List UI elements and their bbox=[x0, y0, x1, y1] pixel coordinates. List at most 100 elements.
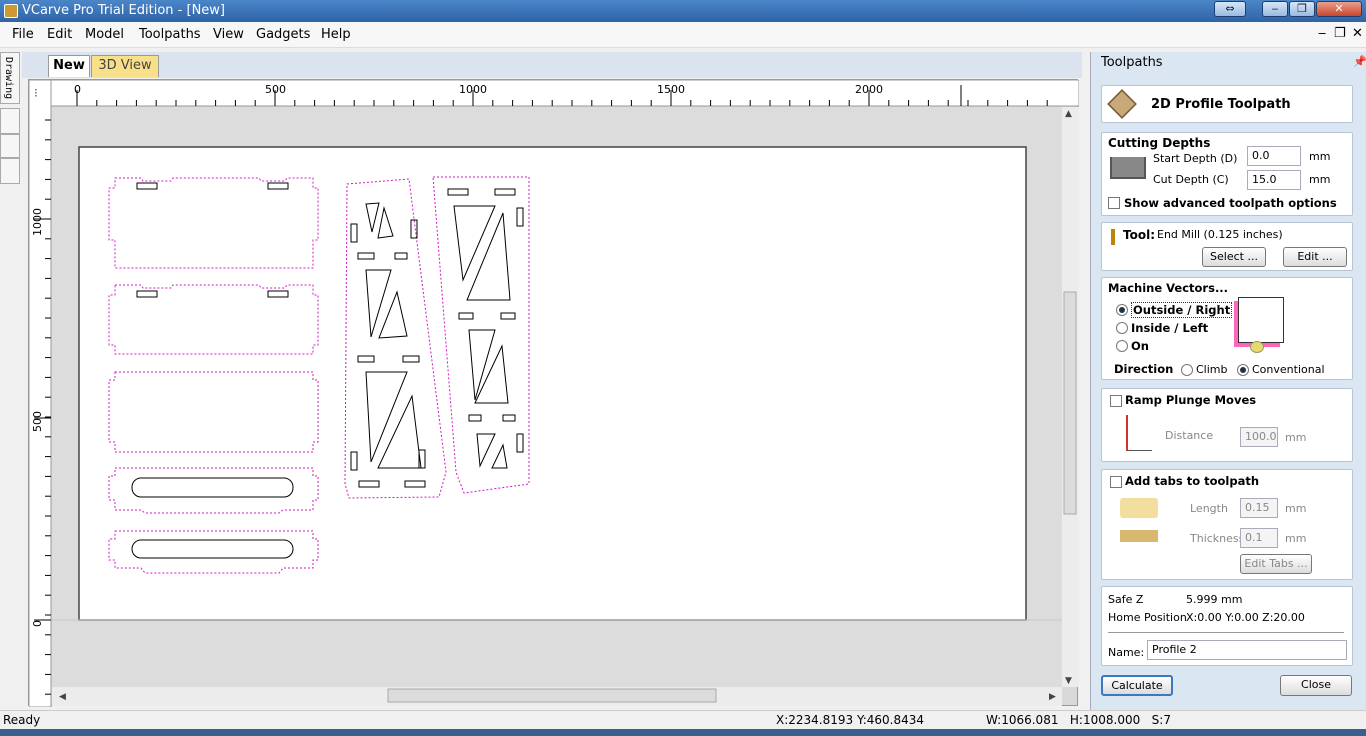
inside-left-radio[interactable] bbox=[1116, 322, 1128, 334]
close-panel-button[interactable]: Close bbox=[1280, 675, 1352, 696]
machine-vector-diagram-icon bbox=[1238, 297, 1284, 343]
mdi-restore-icon[interactable]: ❐ bbox=[1334, 26, 1346, 41]
ruler-tick-label: 500 bbox=[265, 83, 286, 96]
tabs-label[interactable]: Add tabs to toolpath bbox=[1125, 474, 1259, 488]
cut-depth-label: Cut Depth (C) bbox=[1153, 173, 1229, 186]
climb-label[interactable]: Climb bbox=[1196, 363, 1228, 376]
mdi-close-icon[interactable]: ✕ bbox=[1352, 26, 1363, 41]
ramp-box: Ramp Plunge Moves Distance 100.0 mm bbox=[1101, 388, 1353, 462]
svg-text:⁝: ⁝ bbox=[34, 86, 38, 100]
outside-right-radio[interactable] bbox=[1116, 304, 1128, 316]
home-position-value: X:0.00 Y:0.00 Z:20.00 bbox=[1186, 611, 1305, 624]
tool-position-icon bbox=[1250, 341, 1264, 353]
conventional-label[interactable]: Conventional bbox=[1252, 363, 1325, 376]
menu-model[interactable]: Model bbox=[85, 27, 124, 42]
tab-thickness-label: Thickness bbox=[1190, 532, 1245, 545]
panel-header: Toolpaths bbox=[1101, 55, 1163, 70]
home-position-label: Home Position bbox=[1108, 611, 1187, 624]
restore-layout-icon[interactable]: ⇔ bbox=[1214, 1, 1246, 17]
tool-value: End Mill (0.125 inches) bbox=[1157, 228, 1283, 241]
on-label[interactable]: On bbox=[1131, 339, 1149, 353]
pin-icon[interactable]: 📌 bbox=[1353, 55, 1366, 68]
tab-thickness-input[interactable]: 0.1 bbox=[1240, 528, 1278, 548]
ramp-checkbox[interactable] bbox=[1110, 395, 1122, 407]
maximize-button[interactable]: ❐ bbox=[1289, 1, 1315, 17]
window-title: VCarve Pro Trial Edition - [New] bbox=[22, 3, 225, 18]
menu-bar: File Edit Model Toolpaths View Gadgets H… bbox=[0, 22, 1366, 48]
menu-file[interactable]: File bbox=[12, 27, 34, 42]
cutting-depths-heading: Cutting Depths bbox=[1108, 136, 1211, 150]
ruler-tick-label: 1000 bbox=[459, 83, 487, 96]
mdi-minimize-icon[interactable]: ‒ bbox=[1318, 26, 1326, 41]
side-tab-4[interactable] bbox=[0, 158, 20, 184]
advanced-options-label[interactable]: Show advanced toolpath options bbox=[1124, 196, 1337, 210]
svg-text:▶: ▶ bbox=[1049, 692, 1056, 702]
calculate-button[interactable]: Calculate bbox=[1101, 675, 1173, 696]
svg-text:◀: ◀ bbox=[59, 692, 66, 702]
ramp-distance-label: Distance bbox=[1165, 429, 1214, 442]
tab-length-unit: mm bbox=[1285, 502, 1307, 515]
menu-edit[interactable]: Edit bbox=[47, 27, 72, 42]
advanced-options-checkbox[interactable] bbox=[1108, 197, 1120, 209]
start-depth-input[interactable]: 0.0 bbox=[1247, 146, 1301, 166]
end-mill-icon bbox=[1111, 229, 1115, 245]
cut-depth-unit: mm bbox=[1309, 173, 1331, 186]
climb-radio[interactable] bbox=[1181, 364, 1193, 376]
tab-3d-view[interactable]: 3D View bbox=[91, 55, 159, 77]
side-tab-2[interactable] bbox=[0, 108, 20, 134]
tool-select-button[interactable]: Select ... bbox=[1202, 247, 1266, 267]
tab-length-input[interactable]: 0.15 bbox=[1240, 498, 1278, 518]
cut-depth-input[interactable]: 15.0 bbox=[1247, 170, 1301, 190]
drawing-canvas[interactable]: 0 500 1000 1500 2000 1000 500 0 ⁝ ▲ ▼ ◀ … bbox=[28, 79, 1079, 707]
on-radio[interactable] bbox=[1116, 340, 1128, 352]
ruler-tick-label: 2000 bbox=[855, 83, 883, 96]
status-text: Ready bbox=[3, 713, 41, 727]
ramp-distance-input[interactable]: 100.0 bbox=[1240, 427, 1278, 447]
tab-length-icon bbox=[1120, 498, 1158, 518]
toolpath-title: 2D Profile Toolpath bbox=[1151, 97, 1291, 112]
outside-right-label[interactable]: Outside / Right bbox=[1131, 302, 1233, 318]
side-tab-3[interactable] bbox=[0, 134, 20, 158]
tab-length-label: Length bbox=[1190, 502, 1228, 515]
ramp-label[interactable]: Ramp Plunge Moves bbox=[1125, 393, 1256, 407]
menu-help[interactable]: Help bbox=[321, 27, 351, 42]
menu-gadgets[interactable]: Gadgets bbox=[256, 27, 310, 42]
minimize-button[interactable]: ‒ bbox=[1262, 1, 1288, 17]
tabs-checkbox[interactable] bbox=[1110, 476, 1122, 488]
start-depth-unit: mm bbox=[1309, 150, 1331, 163]
name-label: Name: bbox=[1108, 646, 1145, 659]
toolpath-name-input[interactable]: Profile 2 bbox=[1147, 640, 1347, 660]
ruler-tick-label: 500 bbox=[31, 411, 44, 432]
drawing-side-tab-label: Drawing bbox=[3, 57, 14, 100]
conventional-radio[interactable] bbox=[1237, 364, 1249, 376]
ramp-diagram-icon bbox=[1126, 415, 1152, 451]
divider bbox=[1108, 632, 1344, 633]
ruler-tick-label: 0 bbox=[31, 620, 44, 627]
machine-vectors-box: Machine Vectors... Outside / Right Insid… bbox=[1101, 277, 1353, 380]
tool-label: Tool: bbox=[1123, 228, 1155, 242]
safe-z-label: Safe Z bbox=[1108, 593, 1144, 606]
inside-left-label[interactable]: Inside / Left bbox=[1131, 321, 1208, 335]
app-icon bbox=[4, 4, 18, 18]
tab-thickness-unit: mm bbox=[1285, 532, 1307, 545]
machine-vectors-heading: Machine Vectors... bbox=[1108, 281, 1229, 295]
start-depth-label: Start Depth (D) bbox=[1153, 152, 1238, 165]
safe-z-box: Safe Z 5.999 mm Home Position X:0.00 Y:0… bbox=[1101, 586, 1353, 666]
cutting-depths-box: Cutting Depths Start Depth (D) 0.0 mm Cu… bbox=[1101, 132, 1353, 216]
edit-tabs-button[interactable]: Edit Tabs ... bbox=[1240, 554, 1312, 574]
toolpath-title-box: 2D Profile Toolpath bbox=[1101, 85, 1353, 123]
tab-new[interactable]: New bbox=[48, 55, 90, 77]
drawing-side-tab[interactable]: Drawing bbox=[0, 52, 20, 104]
close-button[interactable]: ✕ bbox=[1316, 1, 1362, 17]
ruler-tick-label: 1000 bbox=[31, 208, 44, 236]
ruler-tick-label: 1500 bbox=[657, 83, 685, 96]
tool-edit-button[interactable]: Edit ... bbox=[1283, 247, 1347, 267]
profile-toolpath-icon bbox=[1107, 89, 1137, 119]
menu-toolpaths[interactable]: Toolpaths bbox=[139, 27, 201, 42]
ruler-tick-label: 0 bbox=[74, 83, 81, 96]
title-bar: VCarve Pro Trial Edition - [New] ⇔ ‒ ❐ ✕ bbox=[0, 0, 1366, 22]
selection-size: W:1066.081 H:1008.000 S:7 bbox=[986, 713, 1171, 727]
tab-strip bbox=[22, 52, 1082, 78]
menu-view[interactable]: View bbox=[213, 27, 244, 42]
tabs-box: Add tabs to toolpath Length 0.15 mm Thic… bbox=[1101, 469, 1353, 580]
